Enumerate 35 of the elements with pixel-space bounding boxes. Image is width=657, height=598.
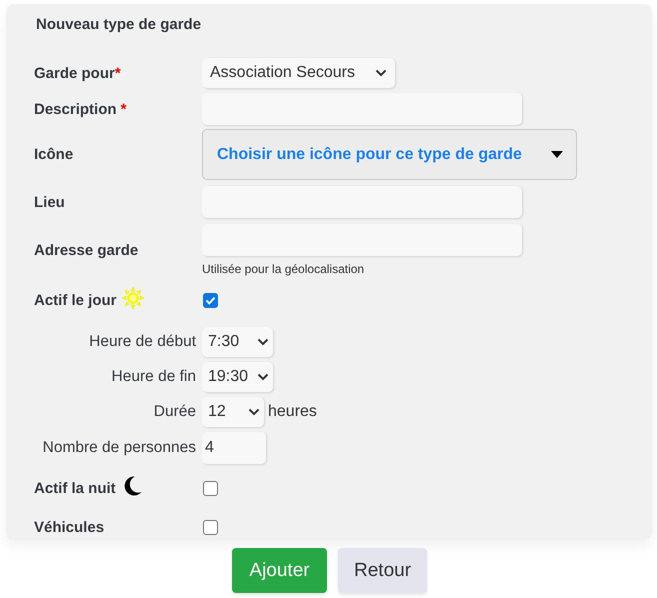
back-button[interactable]: Retour xyxy=(338,548,427,593)
field-label: Heure de début xyxy=(89,333,196,351)
checkbox[interactable] xyxy=(203,480,218,496)
unit-label: heures xyxy=(268,403,317,421)
caret-icon xyxy=(551,151,563,158)
field-label: Actif le jour xyxy=(34,292,117,308)
field-label: Adresse garde xyxy=(34,242,138,258)
form-title: Nouveau type de garde xyxy=(36,16,202,34)
help-text: Utilisée pour la géolocalisation xyxy=(202,262,366,276)
checkbox[interactable] xyxy=(203,292,218,308)
field-label: Nombre de personnes xyxy=(42,439,196,457)
dropdown[interactable]: 19:30 xyxy=(202,362,273,392)
required-mark: * xyxy=(120,100,127,118)
checkbox[interactable] xyxy=(203,520,218,534)
field-label: Icône xyxy=(34,146,74,163)
dropdown[interactable]: 7:30 xyxy=(202,327,273,357)
chevron-icon xyxy=(248,408,260,416)
input-field[interactable] xyxy=(202,93,522,125)
field-label: Description xyxy=(34,100,117,118)
input-field[interactable] xyxy=(202,186,522,218)
field-label: Véhicules xyxy=(34,518,104,536)
sun-icon xyxy=(122,287,144,309)
input-field[interactable] xyxy=(202,224,522,256)
dropdown[interactable]: Association Secours xyxy=(202,58,395,88)
chevron-icon xyxy=(257,338,269,346)
field-label: Lieu xyxy=(34,194,65,210)
chevron-icon xyxy=(375,69,387,77)
field-label: Actif la nuit xyxy=(34,480,116,496)
field-label: Garde pour xyxy=(34,64,115,82)
required-mark: * xyxy=(114,64,121,82)
field-label: Durée xyxy=(154,403,196,421)
field-label: Heure de fin xyxy=(112,368,196,386)
input-field[interactable]: 4 xyxy=(202,432,266,464)
chevron-icon xyxy=(257,373,269,381)
dropdown[interactable]: 12 xyxy=(202,397,264,427)
